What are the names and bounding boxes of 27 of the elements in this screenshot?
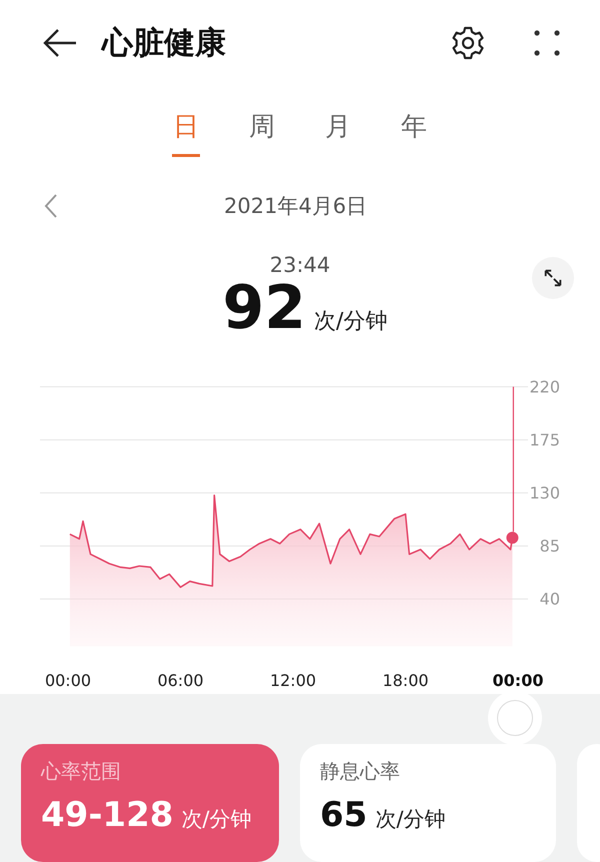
card-title: 心率范围: [41, 758, 122, 785]
unit-label: 次/分钟: [314, 308, 388, 336]
card-unit: 次/分钟: [181, 806, 252, 833]
y-axis-label: 130: [529, 483, 560, 502]
period-tab[interactable]: 周: [248, 108, 276, 158]
y-axis-label: 175: [529, 430, 560, 450]
period-tab[interactable]: 月: [324, 108, 352, 158]
period-tab[interactable]: 日: [172, 108, 200, 158]
y-axis-label: 85: [540, 536, 560, 556]
heart-rate-value: 92: [222, 277, 306, 340]
y-axis-label: 220: [529, 377, 560, 396]
date-label: 2021年4月6日: [224, 193, 368, 220]
card-unit: 次/分钟: [375, 806, 446, 833]
reading-time: 23:44: [270, 253, 330, 277]
period-tab[interactable]: 年: [400, 108, 428, 158]
page-title: 心脏健康: [102, 24, 227, 64]
x-axis-label: 12:00: [270, 671, 316, 690]
x-axis-label: 18:00: [382, 671, 429, 690]
y-axis-label: 40: [540, 590, 560, 608]
x-axis-label: 00:00: [492, 671, 544, 690]
stat-card[interactable]: 心率范围 49-128 次/分钟: [21, 744, 279, 862]
x-axis-label: 00:00: [44, 671, 92, 690]
card-value: 65: [320, 795, 368, 835]
card-value: 49-128: [41, 795, 174, 835]
card-title: 静息心率: [320, 758, 401, 785]
stat-card[interactable]: 静息心率 65 次/分钟: [300, 744, 556, 862]
x-axis-label: 06:00: [157, 671, 204, 690]
